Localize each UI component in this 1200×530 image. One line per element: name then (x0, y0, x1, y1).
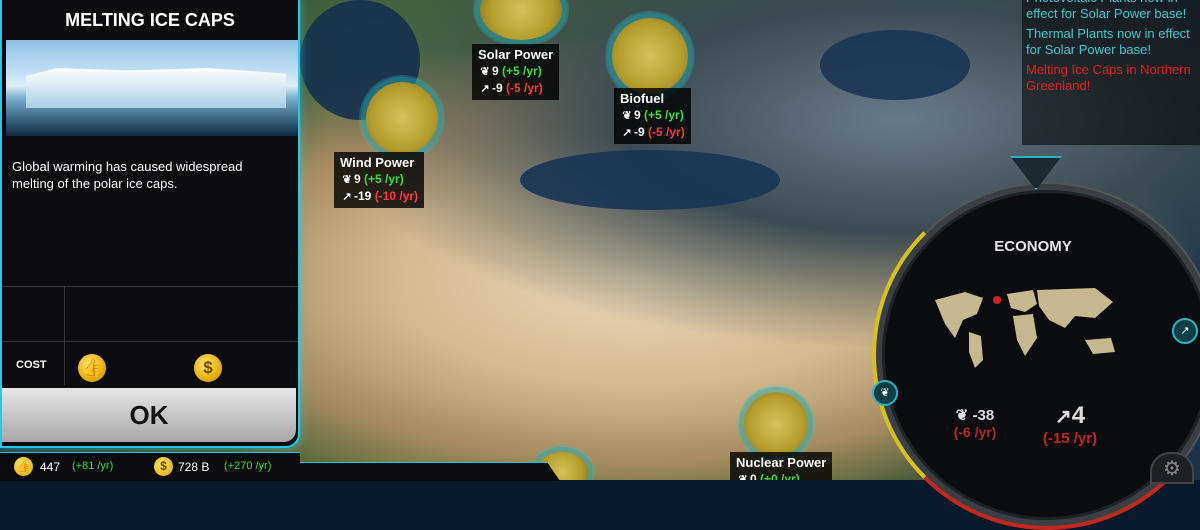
dollar-icon: $ (194, 354, 222, 382)
leaf-icon: ❦ (738, 474, 748, 480)
event-title: MELTING ICE CAPS (65, 10, 235, 30)
world-map-icon (935, 288, 1115, 368)
econ-value: -19 (354, 189, 372, 203)
thumbs-up-icon: 👍 (78, 354, 106, 382)
event-description: Global warming has caused widespread mel… (12, 159, 243, 191)
growth-chart-icon: ↗ (1054, 406, 1072, 428)
eco-rate: (+5 /yr) (644, 108, 684, 122)
cost-label: COST (16, 359, 47, 371)
dial-econ-value: 4 (1071, 402, 1086, 429)
dial-econ-rate: (-15 /yr) (1042, 430, 1098, 447)
bottom-dock[interactable] (300, 462, 560, 481)
nuclear-power-label: Nuclear Power ❦ 0 (+0 /yr) (730, 452, 833, 480)
leaf-icon: ❦ (955, 407, 969, 424)
eco-value: 9 (492, 64, 499, 78)
wind-power-site[interactable] (366, 82, 438, 154)
solar-power-label: Solar Power ❦ 9 (+5 /yr) ↗ -9 (-5 /yr) (472, 44, 560, 100)
growth-chart-icon[interactable]: ↗ (1172, 318, 1198, 344)
nuclear-power-site[interactable] (744, 392, 808, 456)
econ-rate: (-10 /yr) (374, 189, 419, 203)
biofuel-site[interactable] (612, 18, 688, 94)
econ-value: -9 (492, 81, 503, 95)
dial-eco-rate: (-6 /yr) (953, 424, 997, 440)
eco-value: 9 (634, 108, 641, 122)
biofuel-label: Biofuel ❦ 9 (+5 /yr) ↗ -9 (-5 /yr) (614, 88, 691, 144)
leaf-icon: ❦ (622, 110, 632, 122)
notification-item: Photovoltaic Plants now in effect for So… (1026, 0, 1187, 21)
approval-rate: (+81 /yr) (72, 460, 114, 472)
economy-title: ECONOMY (994, 238, 1072, 255)
status-bar: 👍 447 (+81 /yr) $ 728 B (+270 /yr) (0, 452, 300, 481)
leaf-icon[interactable]: ❦ (872, 380, 898, 406)
event-panel: MELTING ICE CAPS Global warming has caus… (0, 0, 300, 448)
leaf-icon: ❦ (342, 174, 352, 186)
leaf-icon: ❦ (480, 66, 490, 78)
dial-eco-value: -38 (972, 407, 995, 424)
money-value: 728 B (178, 460, 210, 474)
site-name: Wind Power (340, 155, 415, 170)
econ-rate: (-5 /yr) (648, 125, 685, 139)
eco-value: 0 (750, 472, 757, 480)
growth-chart-icon: ↗ (342, 191, 352, 203)
growth-chart-icon: ↗ (480, 83, 490, 95)
notification-item: Thermal Plants now in effect for Solar P… (1026, 26, 1190, 57)
ice-shelf-shape (26, 68, 286, 108)
eco-rate: (+5 /yr) (502, 64, 542, 78)
notification-feed: Photovoltaic Plants now in effect for So… (1022, 0, 1200, 145)
notification-item: Melting Ice Caps in Northern Greenland! (1026, 62, 1191, 93)
grid-divider (2, 341, 298, 342)
growth-chart-icon: ↗ (622, 127, 632, 139)
eco-rate: (+5 /yr) (364, 172, 404, 186)
dollar-icon: $ (154, 457, 173, 476)
dial-econ-stat: ↗4 (-15 /yr) (1030, 402, 1110, 447)
site-name: Nuclear Power (736, 455, 827, 470)
gear-icon[interactable]: ⚙ (1150, 452, 1194, 484)
ice-cap-image (6, 40, 298, 136)
dial-eco-stat: ❦ -38 (-6 /yr) (940, 406, 1010, 440)
econ-value: -9 (634, 125, 645, 139)
site-name: Solar Power (478, 47, 554, 62)
econ-rate: (-5 /yr) (506, 81, 543, 95)
grid-divider (64, 287, 65, 385)
eco-value: 9 (354, 172, 361, 186)
approval-value: 447 (40, 460, 61, 474)
eco-rate: (+0 /yr) (760, 472, 800, 480)
thumbs-up-icon: 👍 (14, 457, 33, 476)
ok-button[interactable]: OK (2, 388, 296, 442)
solar-power-site[interactable] (480, 0, 562, 40)
money-rate: (+270 /yr) (224, 460, 272, 472)
site-name: Biofuel (620, 91, 665, 106)
wind-power-label: Wind Power ❦ 9 (+5 /yr) ↗ -19 (-10 /yr) (334, 152, 425, 208)
